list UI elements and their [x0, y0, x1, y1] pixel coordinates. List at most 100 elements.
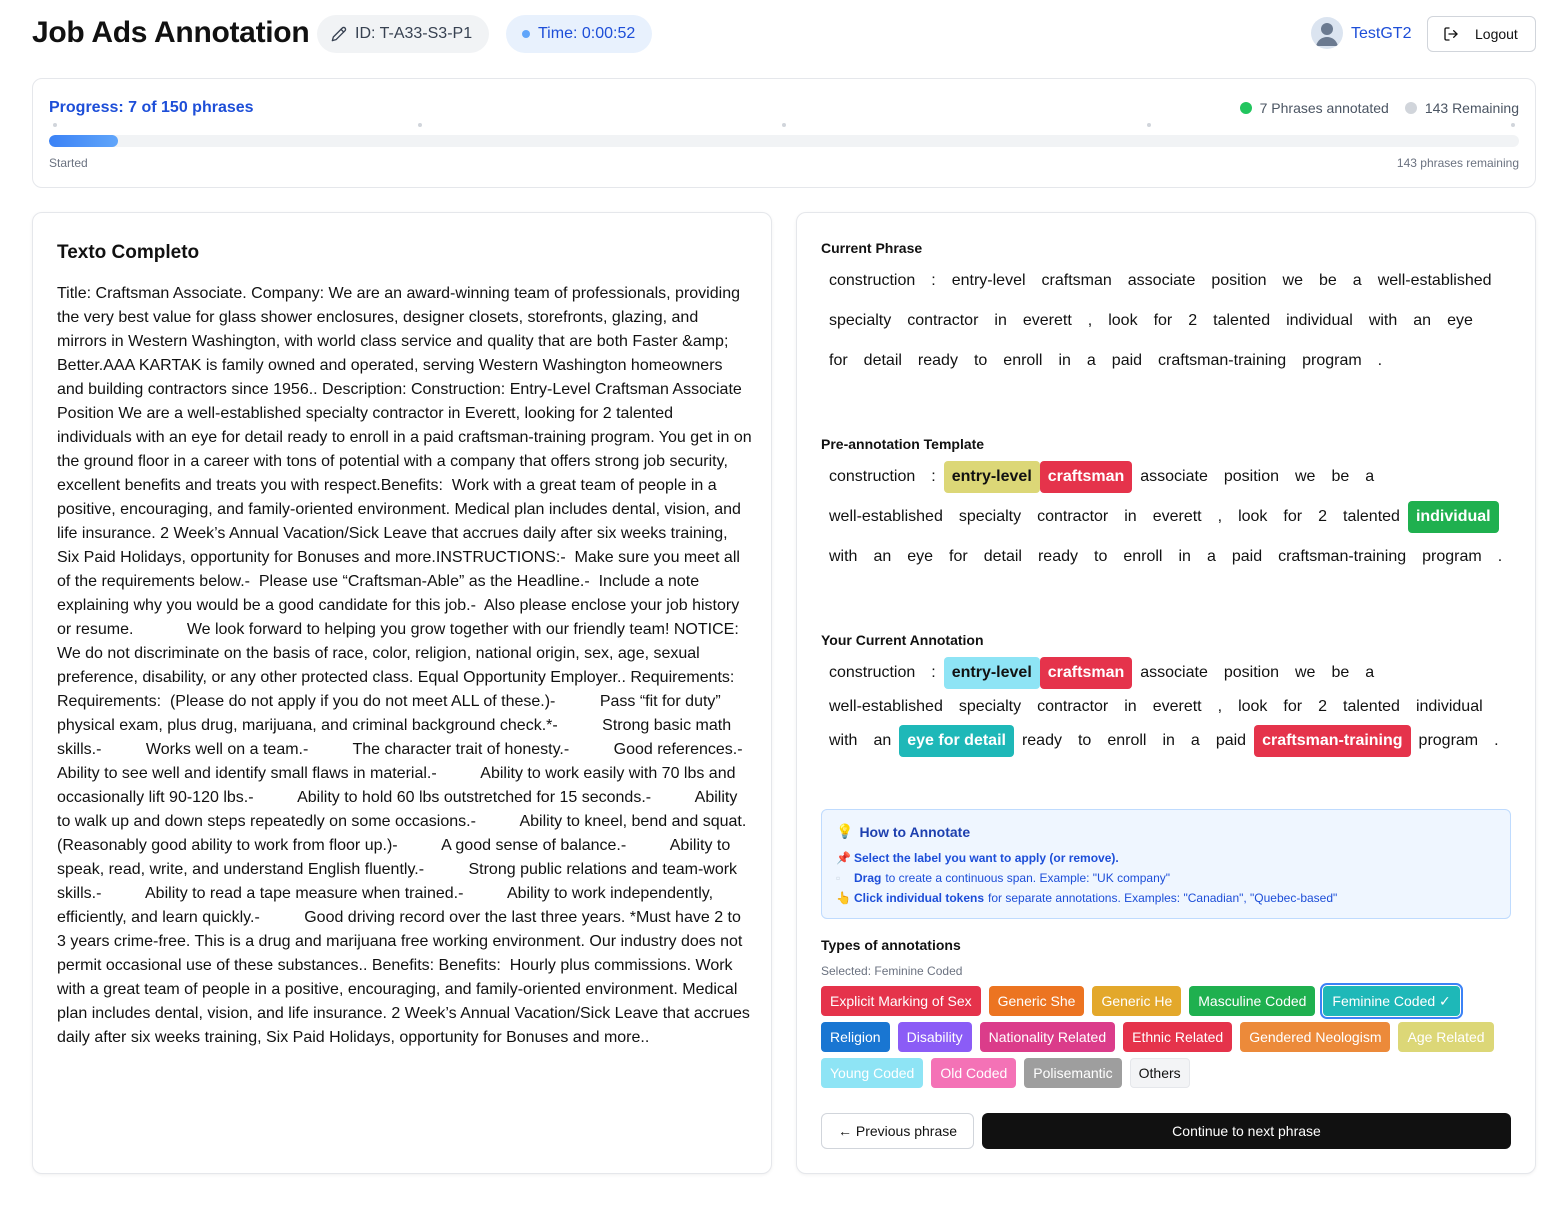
token: eye	[1447, 312, 1473, 329]
token[interactable]: :	[923, 657, 943, 689]
how-to-title: 💡 How to Annotate	[836, 823, 970, 840]
token[interactable]: look	[1230, 691, 1275, 723]
token[interactable]: ,	[1210, 691, 1230, 723]
token[interactable]: .	[1486, 725, 1506, 757]
token[interactable]: a	[1183, 725, 1208, 757]
token[interactable]: contractor	[1029, 691, 1116, 723]
label-button-generic-he[interactable]: Generic He	[1092, 986, 1182, 1016]
token: in	[1178, 548, 1191, 565]
token: ready	[917, 352, 958, 369]
token[interactable]: program	[1411, 725, 1487, 757]
user-name[interactable]: TestGT2	[1351, 25, 1411, 43]
token[interactable]: ready	[1014, 725, 1070, 757]
how-to-line-text: for separate annotations. Examples: "Can…	[988, 891, 1338, 905]
lightbulb-icon: 💡	[836, 823, 854, 839]
token: entry-level	[951, 272, 1026, 289]
token[interactable]: a	[1357, 657, 1382, 689]
token[interactable]: to	[1070, 725, 1099, 757]
progress-tick	[782, 123, 786, 127]
pointer-icon: 👆	[836, 891, 851, 905]
how-to-line-bold: Select the label you want to apply (or r…	[854, 851, 1119, 865]
label-button-disability[interactable]: Disability	[897, 1022, 972, 1052]
token: individual	[1286, 312, 1353, 329]
token[interactable]: well-established	[821, 691, 951, 723]
label-button-generic-she[interactable]: Generic She	[988, 986, 1085, 1016]
timer-badge: Time: 0:00:52	[506, 15, 652, 53]
label-button-polisemantic[interactable]: Polisemantic	[1024, 1058, 1122, 1088]
next-phrase-button[interactable]: Continue to next phrase	[982, 1113, 1511, 1149]
token: :	[931, 468, 936, 485]
token: an	[1413, 312, 1432, 329]
annotated-token[interactable]: craftsman	[1039, 657, 1133, 689]
label-button-young-coded[interactable]: Young Coded	[821, 1058, 924, 1088]
token: position	[1211, 272, 1267, 289]
how-to-line: 👆 Click individual tokens for separate a…	[836, 891, 1337, 905]
token: everett	[1152, 508, 1202, 525]
token[interactable]: in	[1116, 691, 1144, 723]
token: paid	[1231, 548, 1263, 565]
token[interactable]: paid	[1208, 725, 1254, 757]
token: be	[1318, 272, 1337, 289]
full-text-body: Title: Craftsman Associate. Company: We …	[57, 285, 787, 1046]
how-to-annotate-box: 💡 How to Annotate 📌 Select the label you…	[821, 809, 1511, 919]
token: 2	[1318, 508, 1327, 525]
progress-ticks	[53, 123, 1515, 127]
token[interactable]: an	[865, 725, 899, 757]
token: contractor	[907, 312, 979, 329]
label-button-nationality-related[interactable]: Nationality Related	[979, 1022, 1116, 1052]
legend-remaining: 143 Remaining	[1404, 100, 1519, 116]
label-button-age-related[interactable]: Age Related	[1398, 1022, 1494, 1052]
progress-tick	[1511, 123, 1515, 127]
token[interactable]: with	[821, 725, 865, 757]
token[interactable]: specialty	[951, 691, 1029, 723]
token[interactable]: be	[1323, 657, 1357, 689]
token[interactable]: in	[1154, 725, 1182, 757]
token[interactable]: we	[1287, 657, 1323, 689]
progress-tick	[1147, 123, 1151, 127]
previous-phrase-button[interactable]: ← Previous phrase	[821, 1113, 974, 1149]
token: for	[1283, 508, 1303, 525]
annotated-token[interactable]: craftsman-training	[1254, 725, 1411, 757]
token[interactable]: enroll	[1099, 725, 1154, 757]
token: with	[829, 548, 858, 565]
annotated-token: individual	[1407, 501, 1499, 533]
current-annotation-title: Your Current Annotation	[821, 632, 984, 648]
how-to-line: 📌 Select the label you want to apply (or…	[836, 851, 1123, 865]
label-button-others[interactable]: Others	[1129, 1058, 1190, 1088]
token[interactable]: individual	[1408, 691, 1491, 723]
token: to	[973, 352, 988, 369]
label-button-gendered-neologism[interactable]: Gendered Neologism	[1240, 1022, 1391, 1052]
progress-card: Progress: 7 of 150 phrases 7 Phrases ann…	[32, 78, 1536, 188]
token: associate	[1140, 468, 1208, 485]
annotated-token[interactable]: entry-level	[943, 657, 1040, 689]
token[interactable]: everett	[1145, 691, 1210, 723]
token: construction	[829, 272, 916, 289]
token[interactable]: position	[1216, 657, 1287, 689]
token[interactable]: 2	[1310, 691, 1335, 723]
app-title: Job Ads Annotation	[32, 16, 310, 49]
token: well-established	[1377, 272, 1492, 289]
token: talented	[1343, 508, 1400, 525]
pre-annotation-title: Pre-annotation Template	[821, 436, 985, 452]
current-annotation-tokens[interactable]: construction: entry-level craftsman associa…	[821, 657, 1511, 759]
token: for	[949, 548, 968, 565]
token: 2	[1188, 312, 1198, 329]
token[interactable]: for	[1275, 691, 1310, 723]
annotated-token[interactable]: eye for detail	[899, 725, 1014, 757]
token: program	[1302, 352, 1362, 369]
token: a	[1365, 468, 1375, 485]
how-to-line-bold: Drag	[854, 871, 882, 885]
token[interactable]: associate	[1132, 657, 1216, 689]
label-button-masculine-coded[interactable]: Masculine Coded	[1189, 986, 1316, 1016]
logout-button[interactable]: Logout	[1427, 16, 1536, 52]
token: look	[1238, 508, 1268, 525]
token: craftsman-training	[1278, 548, 1407, 565]
label-button-old-coded[interactable]: Old Coded	[931, 1058, 1017, 1088]
token[interactable]: construction	[821, 657, 923, 689]
label-button-explicit-marking-of-sex[interactable]: Explicit Marking of Sex	[821, 986, 981, 1016]
token: craftsman-training	[1158, 352, 1287, 369]
label-button-religion[interactable]: Religion	[821, 1022, 890, 1052]
label-button-ethnic-related[interactable]: Ethnic Related	[1123, 1022, 1233, 1052]
token[interactable]: talented	[1335, 691, 1408, 723]
label-button-feminine-coded[interactable]: Feminine Coded ✓	[1320, 983, 1463, 1019]
